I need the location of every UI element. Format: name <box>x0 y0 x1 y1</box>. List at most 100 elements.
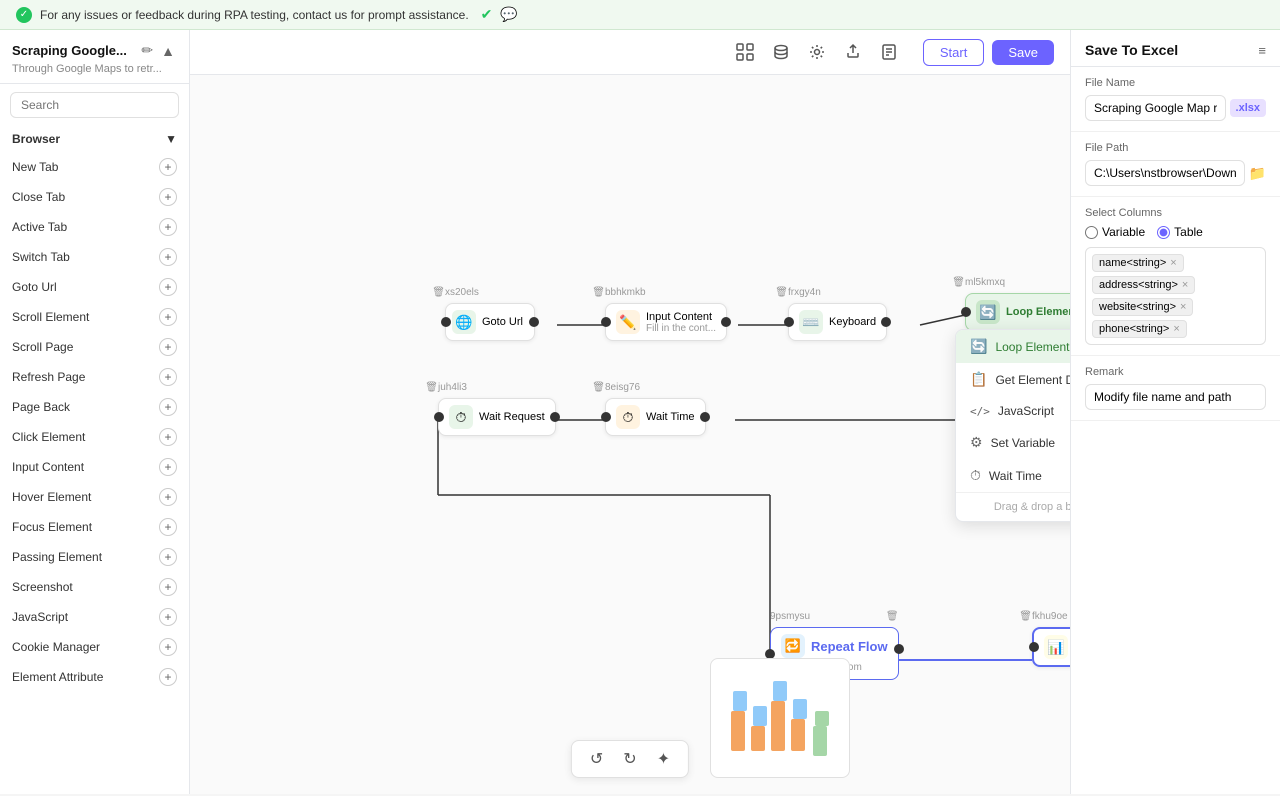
settings-icon[interactable] <box>803 38 831 66</box>
sidebar-item-add-btn[interactable]: + <box>159 668 177 686</box>
node-label-input-content: Input Content <box>646 311 716 323</box>
node-delete-fkhu9oe[interactable]: 🗑 <box>1019 611 1032 622</box>
sidebar-item-element-attribute[interactable]: Element Attribute + <box>0 662 189 692</box>
column-close-name[interactable]: × <box>1170 257 1176 269</box>
menu-item-loop-element[interactable]: 🔄 Loop Element <box>956 330 1070 363</box>
node-delete-9psmysu[interactable]: 🗑 <box>886 611 899 622</box>
sidebar-item-new-tab[interactable]: New Tab + <box>0 152 189 182</box>
sidebar-item-add-btn[interactable]: + <box>159 458 177 476</box>
js-icon: </> <box>970 405 990 418</box>
sidebar-item-add-btn[interactable]: + <box>159 638 177 656</box>
doc-icon[interactable] <box>875 38 903 66</box>
menu-footer: Drag & drop a block here <box>956 492 1070 521</box>
sidebar-item-add-btn[interactable]: + <box>159 398 177 416</box>
canvas[interactable]: xs20els 🗑 🌐 Goto Url bbhkmkb 🗑 ✏️ Inpu <box>190 75 1070 794</box>
node-id-frxgy4n: frxgy4n <box>788 287 821 298</box>
node-label-repeat-flow: Repeat Flow <box>811 639 888 654</box>
menu-item-wait-time[interactable]: ⏱ Wait Time <box>956 459 1070 492</box>
redo-button[interactable]: ↻ <box>617 747 642 771</box>
sidebar-item-add-btn[interactable]: + <box>159 428 177 446</box>
node-delete-ml5kmxq[interactable]: 🗑 <box>952 277 965 288</box>
radio-table-text: Table <box>1174 225 1203 239</box>
sidebar-item-goto-url[interactable]: Goto Url + <box>0 272 189 302</box>
browser-section-label: Browser <box>12 132 60 146</box>
node-delete-xs20els[interactable]: 🗑 <box>432 287 445 298</box>
file-path-picker-icon[interactable]: 📁 <box>1249 165 1266 182</box>
save-button[interactable]: Save <box>992 40 1054 65</box>
sidebar-item-add-btn[interactable]: + <box>159 158 177 176</box>
node-delete-frxgy4n[interactable]: 🗑 <box>775 287 788 298</box>
sidebar-item-refresh-page[interactable]: Refresh Page + <box>0 362 189 392</box>
keyboard-icon: ⌨️ <box>799 310 823 334</box>
sidebar-item-add-btn[interactable]: + <box>159 278 177 296</box>
verified-icon: ✔ <box>481 6 493 23</box>
node-id-xs20els: xs20els <box>445 287 479 298</box>
sidebar-items-list: New Tab + Close Tab + Active Tab + Switc… <box>0 152 189 794</box>
sidebar-item-switch-tab[interactable]: Switch Tab + <box>0 242 189 272</box>
database-icon[interactable] <box>767 38 795 66</box>
sidebar-item-add-btn[interactable]: + <box>159 308 177 326</box>
menu-label-set-var: Set Variable <box>991 436 1055 450</box>
menu-item-javascript[interactable]: </> JavaScript <box>956 396 1070 426</box>
sidebar-item-screenshot[interactable]: Screenshot + <box>0 572 189 602</box>
menu-item-set-variable[interactable]: ⚙ Set Variable <box>956 426 1070 459</box>
sidebar-item-scroll-page[interactable]: Scroll Page + <box>0 332 189 362</box>
sidebar-item-passing-element[interactable]: Passing Element + <box>0 542 189 572</box>
rp-file-name-input[interactable] <box>1085 95 1226 121</box>
sidebar-item-label: Input Content <box>12 460 84 474</box>
sidebar-item-add-btn[interactable]: + <box>159 248 177 266</box>
sidebar-item-add-btn[interactable]: + <box>159 188 177 206</box>
sidebar-item-label: Focus Element <box>12 520 92 534</box>
sidebar-item-focus-element[interactable]: Focus Element + <box>0 512 189 542</box>
sidebar-item-add-btn[interactable]: + <box>159 338 177 356</box>
export-icon[interactable] <box>839 38 867 66</box>
sidebar-item-add-btn[interactable]: + <box>159 518 177 536</box>
column-close-address[interactable]: × <box>1182 279 1188 291</box>
rp-menu-icon[interactable]: ≡ <box>1258 43 1266 58</box>
rp-header: Save To Excel ≡ <box>1071 30 1280 67</box>
sidebar-item-hover-element[interactable]: Hover Element + <box>0 482 189 512</box>
rp-file-path-input[interactable] <box>1085 160 1245 186</box>
radio-table[interactable] <box>1157 226 1170 239</box>
dot-right <box>550 412 560 422</box>
sidebar-item-click-element[interactable]: Click Element + <box>0 422 189 452</box>
sidebar-item-add-btn[interactable]: + <box>159 578 177 596</box>
radio-variable-label[interactable]: Variable <box>1085 225 1145 239</box>
sidebar-item-javascript[interactable]: JavaScript + <box>0 602 189 632</box>
node-id-juh4li3: juh4li3 <box>438 382 467 393</box>
radio-variable[interactable] <box>1085 226 1098 239</box>
node-delete-8eisg76[interactable]: 🗑 <box>592 382 605 393</box>
browser-section-header[interactable]: Browser ▼ <box>0 126 189 152</box>
column-close-phone[interactable]: × <box>1173 323 1179 335</box>
sidebar-item-active-tab[interactable]: Active Tab + <box>0 212 189 242</box>
canvas-area: Start Save <box>190 30 1070 794</box>
sidebar-item-add-btn[interactable]: + <box>159 368 177 386</box>
sidebar-item-close-tab[interactable]: Close Tab + <box>0 182 189 212</box>
node-label-keyboard: Keyboard <box>829 316 876 328</box>
node-delete-bbhkmkb[interactable]: 🗑 <box>592 287 605 298</box>
dot-right <box>721 317 731 327</box>
sidebar-item-add-btn[interactable]: + <box>159 608 177 626</box>
collapse-sidebar-button[interactable]: ▲ <box>159 40 177 61</box>
star-button[interactable]: ✦ <box>651 747 676 771</box>
node-delete-juh4li3[interactable]: 🗑 <box>425 382 438 393</box>
dot-right <box>881 317 891 327</box>
sidebar-item-cookie-manager[interactable]: Cookie Manager + <box>0 632 189 662</box>
sidebar-item-add-btn[interactable]: + <box>159 488 177 506</box>
column-close-website[interactable]: × <box>1180 301 1186 313</box>
sidebar-item-add-btn[interactable]: + <box>159 218 177 236</box>
sidebar-item-scroll-element[interactable]: Scroll Element + <box>0 302 189 332</box>
grid-icon[interactable] <box>731 38 759 66</box>
radio-table-label[interactable]: Table <box>1157 225 1203 239</box>
search-input[interactable] <box>10 92 179 118</box>
node-id-ml5kmxq: ml5kmxq <box>965 277 1005 288</box>
rp-remark-input[interactable] <box>1085 384 1266 410</box>
menu-item-get-element-data[interactable]: 📋 Get Element Data <box>956 363 1070 396</box>
menu-label-get-element: Get Element Data <box>995 373 1070 387</box>
sidebar-item-input-content[interactable]: Input Content + <box>0 452 189 482</box>
edit-project-button[interactable]: ✏ <box>139 40 155 61</box>
start-button[interactable]: Start <box>923 39 984 66</box>
undo-button[interactable]: ↺ <box>584 747 609 771</box>
sidebar-item-add-btn[interactable]: + <box>159 548 177 566</box>
sidebar-item-page-back[interactable]: Page Back + <box>0 392 189 422</box>
